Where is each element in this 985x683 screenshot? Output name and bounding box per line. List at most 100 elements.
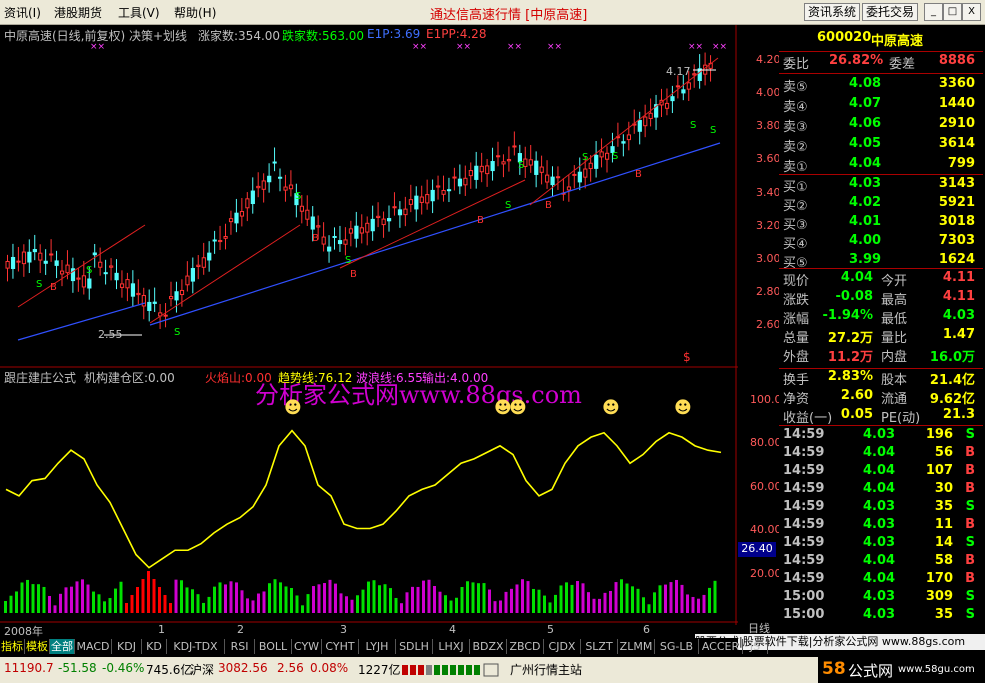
index-change: -51.58 bbox=[58, 661, 97, 675]
volume-bar bbox=[59, 593, 62, 613]
tab-macd[interactable]: MACD bbox=[75, 639, 112, 654]
candle-body bbox=[566, 186, 572, 191]
candle-body bbox=[43, 260, 48, 264]
tab-bdzx[interactable]: BDZX bbox=[470, 639, 507, 654]
volume-bar bbox=[455, 597, 458, 613]
tab-模板[interactable]: 模板 bbox=[25, 639, 50, 654]
tab-sdlh[interactable]: SDLH bbox=[396, 639, 433, 654]
candle-body bbox=[190, 268, 196, 282]
volume-bar bbox=[295, 595, 299, 613]
tab-slzt[interactable]: SLZT bbox=[581, 639, 618, 654]
candle-body bbox=[201, 257, 206, 268]
volume-bar bbox=[224, 584, 227, 613]
candle-body bbox=[261, 180, 266, 190]
maximize-button[interactable]: □ bbox=[943, 3, 962, 21]
candle-body bbox=[539, 166, 544, 173]
tab-boll[interactable]: BOLL bbox=[255, 639, 292, 654]
tab-zlmm[interactable]: ZLMM bbox=[618, 639, 655, 654]
xx-marker: ×× bbox=[507, 42, 522, 52]
volume-bar bbox=[537, 589, 541, 613]
trade-button[interactable]: 委托交易 bbox=[862, 3, 919, 21]
volume-bar bbox=[361, 589, 365, 613]
candle-body bbox=[310, 216, 315, 230]
volume-bar bbox=[510, 588, 513, 613]
volume-bar bbox=[691, 596, 695, 613]
menu-tools[interactable]: 工具(V) bbox=[118, 4, 160, 21]
candle-body bbox=[354, 225, 359, 239]
tab-rsi[interactable]: RSI bbox=[225, 639, 255, 654]
sell-marker: S bbox=[86, 265, 92, 276]
tab-accer[interactable]: ACCER bbox=[699, 639, 743, 654]
tab-指标[interactable]: 指标 bbox=[0, 639, 25, 654]
tab-kd[interactable]: KD bbox=[142, 639, 167, 654]
candle-body bbox=[463, 177, 468, 186]
market-breadth-bar bbox=[402, 663, 502, 677]
stock-code: 600020 bbox=[817, 30, 872, 45]
candle-body bbox=[185, 275, 190, 286]
index-amount: 745.6亿 bbox=[146, 663, 193, 677]
menu-hk-futures[interactable]: 港股期货 bbox=[54, 4, 102, 21]
candle-body bbox=[359, 227, 364, 234]
tab-lyjh[interactable]: LYJH bbox=[359, 639, 396, 654]
indicator-tick: 40.00 bbox=[750, 523, 782, 536]
high-marker: 4.17 bbox=[666, 65, 691, 78]
price-tick: 3.40 bbox=[756, 186, 781, 199]
candle-body bbox=[327, 246, 332, 252]
volume-bar bbox=[31, 584, 35, 613]
candle-body bbox=[403, 208, 408, 216]
candle-body bbox=[534, 160, 539, 175]
candle-body bbox=[512, 145, 517, 148]
candle-body bbox=[5, 260, 10, 269]
volume-bar bbox=[713, 580, 717, 613]
ask-row: 卖③ 4.06 2910 bbox=[783, 116, 975, 135]
volume-bar bbox=[119, 581, 123, 613]
volume-bar bbox=[328, 579, 332, 613]
price-axis: 4.20 4.00 3.80 3.60 3.40 3.20 3.00 2.80 … bbox=[738, 25, 789, 638]
buy-marker: B bbox=[477, 215, 484, 226]
volume-bar bbox=[609, 590, 612, 613]
price-tick: 4.20 bbox=[756, 53, 781, 66]
volume-bar bbox=[70, 586, 73, 613]
logo-number: 58 bbox=[822, 659, 846, 679]
close-button[interactable]: X bbox=[962, 3, 981, 21]
menu-info[interactable]: 资讯(I) bbox=[4, 4, 41, 21]
volume-bar bbox=[669, 582, 673, 613]
candle-body bbox=[441, 189, 446, 195]
volume-bar bbox=[708, 587, 711, 613]
candle-body bbox=[643, 116, 648, 127]
menu-help[interactable]: 帮助(H) bbox=[174, 4, 216, 21]
candle-body bbox=[621, 141, 626, 144]
watermark: 分析家公式网www.88gs.com bbox=[255, 381, 582, 409]
tab-kdj-tdx[interactable]: KDJ-TDX bbox=[167, 639, 225, 654]
tab-cyht[interactable]: CYHT bbox=[322, 639, 359, 654]
tab-js[interactable]: JS bbox=[743, 639, 768, 654]
tab-cyw[interactable]: CYW bbox=[292, 639, 322, 654]
price-tick: 3.80 bbox=[756, 119, 781, 132]
tab-kdj[interactable]: KDJ bbox=[112, 639, 142, 654]
volume-bar bbox=[532, 588, 535, 613]
volume-bar bbox=[81, 579, 84, 613]
tab-全部[interactable]: 全部 bbox=[50, 639, 75, 654]
info-system-button[interactable]: 资讯系统 bbox=[804, 3, 861, 21]
minimize-button[interactable]: _ bbox=[924, 3, 943, 21]
chart-area[interactable]: 中原高速(日线,前复权) 决策+划线 涨家数:354.00 跌家数:563.00… bbox=[0, 25, 777, 638]
tab-cjdx[interactable]: CJDX bbox=[544, 639, 581, 654]
volume-bar bbox=[169, 603, 172, 613]
volume-bar bbox=[174, 579, 178, 613]
tab-sg-lb[interactable]: SG-LB bbox=[655, 639, 699, 654]
tab-zbcd[interactable]: ZBCD bbox=[507, 639, 544, 654]
tick-row: 15:00 4.03 309 S bbox=[783, 589, 975, 604]
candle-body bbox=[272, 161, 277, 164]
volume-bar bbox=[207, 596, 211, 613]
candle-body bbox=[27, 251, 32, 263]
indicator-bars bbox=[4, 571, 717, 613]
candle-body bbox=[430, 189, 435, 202]
candle-body bbox=[528, 159, 533, 166]
volume-bar bbox=[587, 592, 590, 613]
tab-lhxj[interactable]: LHXJ bbox=[433, 639, 470, 654]
volume-bar bbox=[125, 603, 128, 613]
server-name[interactable]: 广州行情主站 bbox=[510, 661, 582, 678]
sell-marker: S bbox=[174, 327, 180, 338]
indicator-tick: 80.00 bbox=[750, 436, 782, 449]
volume-bar bbox=[279, 582, 282, 613]
